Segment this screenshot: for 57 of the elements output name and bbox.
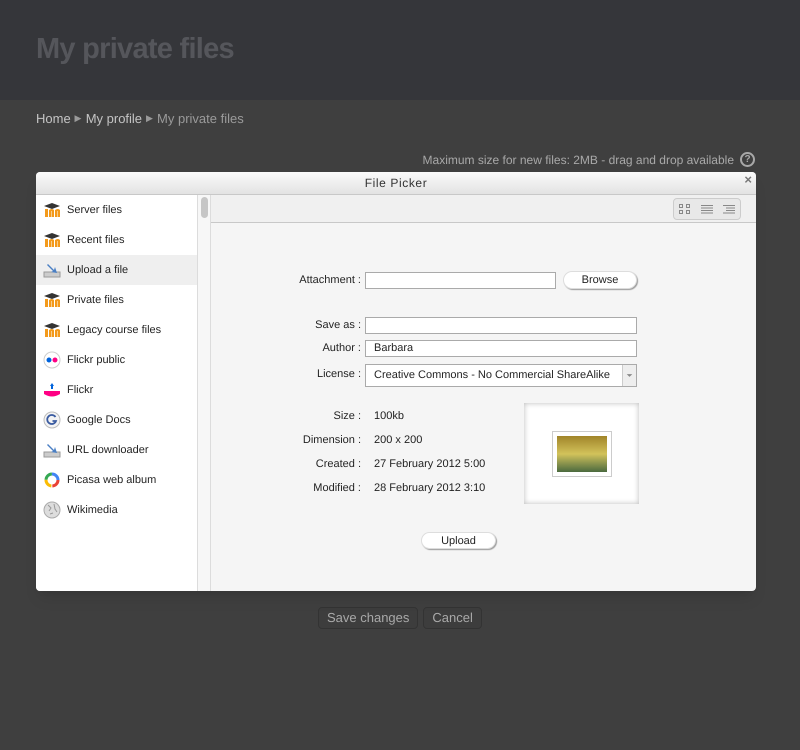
detail-label: Dimension :: [302, 432, 362, 448]
repository-item[interactable]: Legacy course files: [36, 315, 197, 345]
page-button[interactable]: Save changes: [318, 606, 418, 628]
breadcrumb-link[interactable]: Home: [36, 109, 71, 128]
field-label: Author :: [321, 341, 362, 356]
repository-item[interactable]: Recent files: [36, 225, 197, 255]
repository-item[interactable]: Google Docs: [36, 405, 197, 435]
breadcrumb-separator: ▶: [74, 112, 82, 125]
field-label: Attachment :: [298, 272, 362, 288]
field-label: Save as :: [314, 318, 362, 334]
detail-value: 27 February 2012 5:00: [373, 456, 486, 472]
close-button[interactable]: ×: [744, 173, 752, 186]
letter-g-icon: [43, 411, 61, 429]
detail-label: Created :: [314, 456, 362, 472]
mortarboard-letter-icon: [43, 232, 61, 248]
globe-icon: [43, 501, 61, 519]
mortarboard-letter-icon: [43, 322, 61, 338]
detail-label: Modified :: [312, 480, 362, 496]
repository-item[interactable]: Wikimedia: [36, 495, 197, 525]
thumbnail-image: [552, 430, 612, 476]
browse-button[interactable]: Browse: [563, 271, 637, 289]
field-label: License :: [316, 367, 362, 382]
mortarboard-letter-icon: [43, 292, 61, 308]
tray-arrow-icon: [43, 381, 61, 399]
text-field[interactable]: [365, 317, 637, 334]
upload-tray-icon: [43, 262, 61, 278]
grid-view-icon: [678, 202, 692, 214]
repository-item[interactable]: Flickr: [36, 375, 197, 405]
breadcrumb-separator: ▶: [146, 112, 154, 125]
detail-value: 28 February 2012 3:10: [373, 480, 486, 496]
scrollbar-thumb[interactable]: [200, 197, 208, 218]
detail-value: 100kb: [373, 408, 405, 424]
page-button[interactable]: Cancel: [423, 606, 482, 628]
tree-view-icon: [722, 204, 736, 213]
colored-ring-icon: [43, 471, 61, 489]
text-field[interactable]: Barbara: [365, 340, 637, 357]
help-icon[interactable]: ?: [740, 152, 755, 167]
repository-item[interactable]: Upload a file: [36, 255, 197, 285]
upload-button[interactable]: Upload: [421, 532, 496, 549]
upload-tray-icon: [43, 442, 61, 458]
detail-label: Size :: [332, 408, 362, 424]
repository-item[interactable]: Private files: [36, 285, 197, 315]
max-size-note: Maximum size for new files: 2MB - drag and drop available: [422, 152, 734, 168]
dropdown-caret-icon: [622, 365, 636, 386]
repository-item[interactable]: URL downloader: [36, 435, 197, 465]
detail-value: 200 x 200: [373, 432, 424, 448]
list-view-icon: [700, 204, 714, 213]
repository-item[interactable]: Picasa web album: [36, 465, 197, 495]
attachment-field[interactable]: [365, 272, 556, 288]
dialog-title: File Picker: [364, 175, 428, 192]
sidebar-scrollbar[interactable]: [197, 195, 211, 591]
mortarboard-letter-icon: [43, 202, 61, 218]
repository-item[interactable]: Flickr public: [36, 345, 197, 375]
two-dots-icon: [43, 351, 61, 369]
breadcrumb-link[interactable]: My profile: [86, 109, 142, 128]
repository-item[interactable]: Server files: [36, 195, 197, 225]
license-select[interactable]: Creative Commons - No Commercial ShareAlike: [365, 364, 637, 387]
